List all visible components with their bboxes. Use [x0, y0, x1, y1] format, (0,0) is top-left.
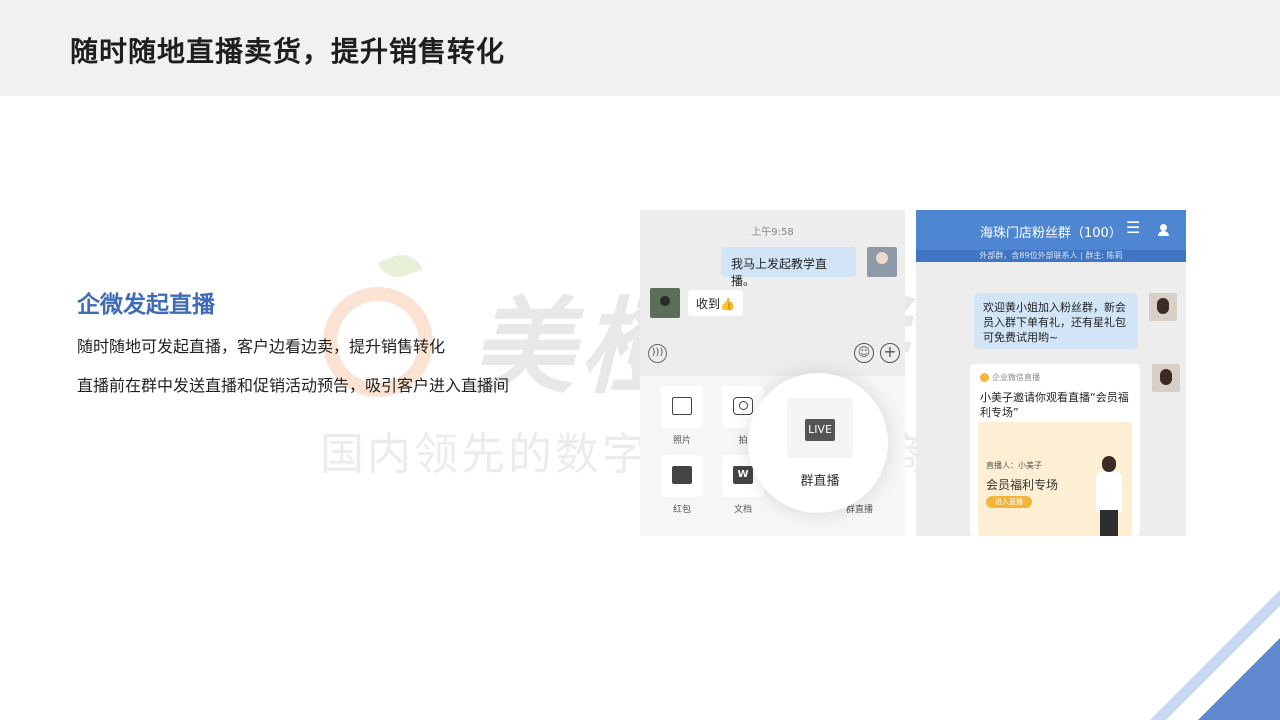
group-chat-header: 海珠门店粉丝群（100） ☰	[916, 210, 1186, 250]
chat-input-bar: ))) ☺ +	[640, 338, 905, 368]
avatar-self[interactable]	[867, 247, 897, 277]
poster-figure-legs	[1100, 510, 1118, 536]
welcome-message[interactable]: 欢迎黄小姐加入粉丝群，新会员入群下单有礼，还有星礼包可免费试用哟~	[974, 293, 1138, 349]
voice-icon[interactable]: )))	[648, 344, 667, 363]
emoji-icon[interactable]: ☺	[854, 343, 874, 363]
enter-live-button[interactable]: 进入直播	[986, 496, 1032, 508]
plus-icon[interactable]: +	[880, 343, 900, 363]
card-text: 小美子邀请你观看直播“会员福利专场”	[980, 391, 1129, 419]
message-bubble-other[interactable]: 收到👍	[688, 290, 743, 316]
watermark-logo-leaf	[377, 248, 423, 284]
poster-title: 会员福利专场	[986, 478, 1059, 492]
live-invite-card[interactable]: 企业微信直播 小美子邀请你观看直播“会员福利专场” 直播人：小美子 会员福利专场…	[970, 364, 1140, 536]
avatar-other[interactable]	[650, 288, 680, 318]
section-title: 企微发起直播	[77, 292, 215, 318]
poster-figure-body	[1096, 472, 1122, 512]
description-line-2: 直播前在群中发送直播和促销活动预告，吸引客户进入直播间	[77, 376, 510, 395]
page-title: 随时随地直播卖货，提升销售转化	[70, 35, 506, 68]
card-source: 企业微信直播	[980, 372, 1040, 383]
avatar-host-2[interactable]	[1152, 364, 1180, 392]
poster-figure-head	[1102, 456, 1116, 472]
corner-stripe-dark	[1198, 638, 1280, 720]
group-subtitle: 外部群，含89位外部联系人 | 群主: 陈莉	[916, 250, 1186, 262]
group-title: 海珠门店粉丝群（100）	[980, 226, 1122, 241]
tray-document-label: 文档	[733, 505, 752, 515]
poster-host: 直播人：小美子	[986, 461, 1042, 470]
menu-icon[interactable]: ☰	[1126, 218, 1140, 237]
description-line-1: 随时随地可发起直播，客户边看边卖，提升销售转化	[77, 337, 446, 356]
title-bar: 随时随地直播卖货，提升销售转化	[0, 0, 1280, 96]
red-packet-icon	[672, 466, 692, 484]
tray-photo-label: 照片	[672, 436, 691, 446]
message-time: 上午9:58	[751, 227, 794, 238]
camera-icon	[733, 397, 753, 415]
live-poster: 直播人：小美子 会员福利专场 进入直播	[978, 422, 1132, 536]
image-icon	[672, 397, 692, 415]
members-icon[interactable]	[1158, 224, 1174, 236]
group-live-label: 群直播	[800, 474, 840, 489]
corner-decoration	[1150, 590, 1280, 720]
tray-red-packet-button[interactable]	[661, 455, 703, 497]
tray-photo-button[interactable]	[661, 386, 703, 428]
message-bubble-self[interactable]: 我马上发起教学直播。	[721, 247, 856, 288]
chat-screenshot-right: 海珠门店粉丝群（100） ☰ 外部群，含89位外部联系人 | 群主: 陈莉 欢迎…	[916, 210, 1186, 536]
live-icon: LIVE	[805, 419, 835, 441]
tray-red-packet-label: 红包	[672, 505, 691, 515]
avatar-host[interactable]	[1149, 293, 1177, 321]
document-icon: W	[733, 466, 753, 484]
